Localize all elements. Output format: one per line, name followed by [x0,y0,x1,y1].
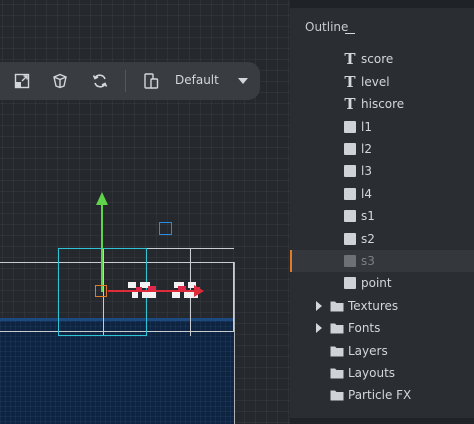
outline-folder-item[interactable]: Particle FX [290,384,474,406]
scene-viewport[interactable]: Default [0,0,290,424]
gizmo-y-axis[interactable] [101,204,103,292]
outline-item-label: point [361,276,392,291]
outline-item-label: l1 [361,119,372,134]
outline-item-label: Layouts [348,366,396,380]
outline-item-label: Layers [348,343,388,358]
dash-icon [343,30,357,44]
outline-folder-item[interactable]: Layouts [290,362,474,384]
box-node-icon [343,232,357,246]
perspective-tool-button[interactable] [48,70,72,92]
outline-item-label: s3 [361,254,375,268]
outline-item-label: l2 [361,142,372,156]
layout-select-value[interactable]: Default [175,73,219,87]
outline-folder-item[interactable]: Fonts [290,317,474,339]
devices-icon [144,73,159,89]
folder-icon [330,344,344,358]
outline-item-label: score [361,52,394,67]
selection-marker [290,250,292,272]
folder-icon [330,366,344,380]
toolbar-separator [125,70,126,92]
gizmo-pivot-handle[interactable] [95,285,107,297]
outline-item-label: hiscore [361,97,405,112]
outline-item-label: Textures [348,298,399,313]
expand-arrow-icon[interactable] [316,323,322,334]
box-node-icon [343,164,357,178]
box-node-icon [343,142,357,156]
box-node-icon [343,209,357,223]
gizmo-x-arrow-icon[interactable] [194,285,204,297]
text-icon: T [344,72,356,91]
outline-node-item[interactable]: s1 [290,205,474,227]
rotate-camera-button[interactable] [88,70,112,92]
box-node-icon [343,254,357,268]
outline-panel: Outline Tscore Tlevel Thiscore l1 l2 l3 l4 s1 s2… [290,8,474,418]
outline-item-label: Particle FX [348,388,412,403]
outline-item-label: s1 [361,209,375,224]
box-node-icon [343,120,357,134]
box-node-icon [343,187,357,201]
outline-node-item[interactable]: s3 [290,250,474,272]
outline-node-item[interactable]: Tlevel [290,71,474,93]
expand-arrow-icon[interactable] [316,300,322,311]
scale-tool-button[interactable] [10,70,34,92]
outline-node-item[interactable]: l4 [290,183,474,205]
chevron-down-icon[interactable] [238,78,248,84]
outline-item-label: s2 [361,231,375,246]
outline-item-label: l4 [361,186,372,201]
text-icon: T [344,50,356,69]
panel-footer-gap [290,418,474,424]
scale-icon [14,73,30,89]
outline-node-item[interactable]: Thiscore [290,93,474,115]
outline-node-item[interactable]: s2 [290,228,474,250]
gizmo-plane-handle[interactable] [159,222,172,235]
outline-node-item[interactable]: l2 [290,138,474,160]
outline-item-label: level [361,74,390,89]
viewport-toolbar: Default [0,62,260,100]
layout-device-button[interactable] [139,70,163,92]
refresh-icon [92,74,108,88]
outline-node-item[interactable]: Tscore [290,48,474,70]
folder-icon [330,299,344,313]
gizmo-x-axis[interactable] [108,290,196,292]
outline-folder-item[interactable]: Layers [290,340,474,362]
cube-icon [53,73,67,89]
text-icon: T [344,95,356,114]
scene-guide-line [234,262,235,424]
outline-item-label: Fonts [348,321,381,336]
outline-folder-item[interactable]: Textures [290,295,474,317]
folder-icon [330,388,344,402]
outline-node-item[interactable]: point [290,272,474,294]
outline-node-item[interactable]: l1 [290,116,474,138]
folder-icon [330,321,344,335]
outline-node-item[interactable]: l3 [290,160,474,182]
outline-node-item[interactable] [290,26,474,48]
gizmo-y-arrow-icon[interactable] [96,192,108,205]
box-node-icon [343,276,357,290]
outline-item-label: l3 [361,164,372,179]
